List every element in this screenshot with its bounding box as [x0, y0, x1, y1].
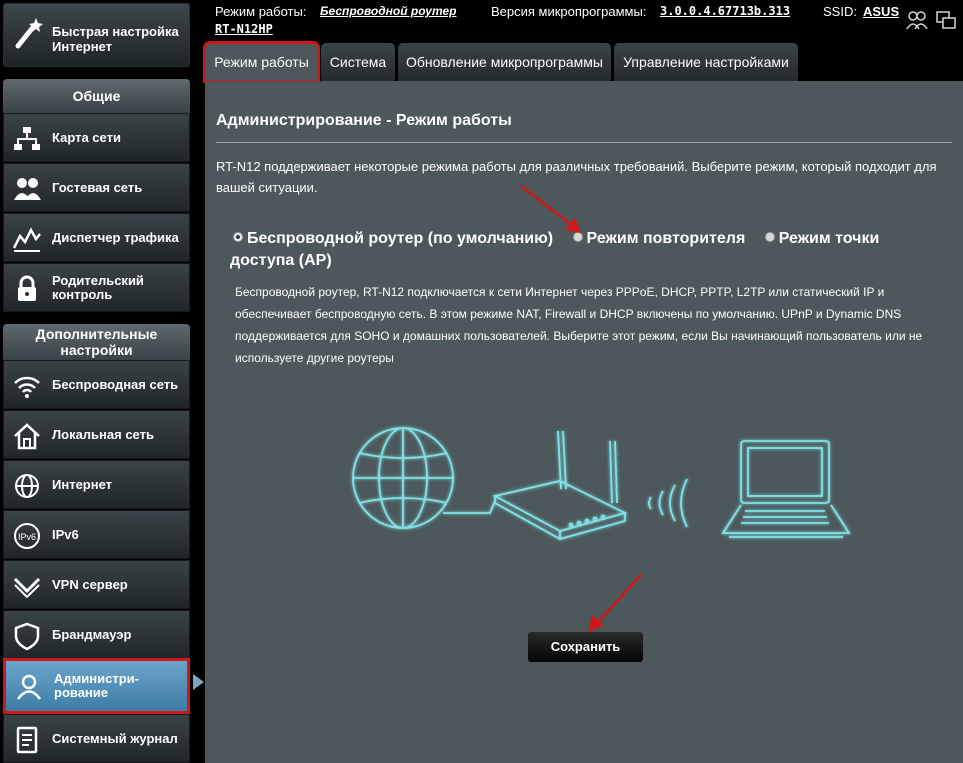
network-map-icon: [14, 127, 40, 150]
router-mode-illustration: [352, 427, 851, 540]
sidebar-item-wireless[interactable]: Беспроводная сеть: [3, 360, 190, 409]
svg-text:IPv6: IPv6: [18, 532, 36, 542]
tab-settings-management[interactable]: Управление настройками: [614, 43, 798, 81]
title-divider: [216, 142, 952, 143]
active-item-pointer: [193, 674, 204, 690]
status-bar: Режим работы: Беспроводной роутер Версия…: [206, 0, 963, 40]
sidebar-item-label: Интернет: [52, 476, 113, 492]
sidebar-item-label: Локальная сеть: [52, 426, 154, 442]
sidebar-item-label: Администри-рование: [54, 671, 139, 700]
sidebar-item-guest-network[interactable]: Гостевая сеть: [3, 163, 190, 212]
vpn-icon: [13, 577, 41, 599]
page-title: Администрирование - Режим работы: [216, 112, 512, 129]
sidebar-item-vpn-server[interactable]: VPN сервер: [3, 560, 190, 609]
save-button[interactable]: Сохранить: [527, 631, 644, 663]
tab-firmware-upgrade[interactable]: Обновление микропрограммы: [398, 43, 611, 81]
sidebar-item-firewall[interactable]: Брандмауэр: [3, 610, 190, 659]
operation-mode-label: Режим работы:: [215, 4, 307, 19]
parental-control-icon: [18, 275, 36, 301]
advanced-section-header: Дополнительные настройки: [3, 324, 190, 360]
operation-mode-link[interactable]: Беспроводной роутер: [320, 4, 456, 18]
globe-icon: [352, 427, 454, 529]
sidebar: Быстрая настройка Интернет Общие Карта с…: [0, 0, 193, 763]
sidebar-item-label: IPv6: [52, 526, 79, 542]
sidebar-item-traffic-manager[interactable]: Диспетчер трафика: [3, 213, 190, 262]
sidebar-item-internet[interactable]: Интернет: [3, 460, 190, 509]
firmware-version-label: Версия микропрограммы:: [491, 4, 647, 19]
sidebar-item-label: VPN сервер: [52, 576, 128, 592]
system-log-icon: [16, 726, 38, 754]
ssid-label: SSID:: [823, 4, 857, 19]
tab-operation-mode[interactable]: Режим работы: [203, 41, 320, 83]
sidebar-item-lan[interactable]: Локальная сеть: [3, 410, 190, 459]
quick-internet-setup-button[interactable]: Быстрая настройка Интернет: [3, 3, 190, 67]
firewall-icon: [14, 622, 40, 651]
mode-label-repeater[interactable]: Режим повторителя: [587, 230, 746, 247]
general-section-header: Общие: [3, 79, 190, 113]
sidebar-item-label: Брандмауэр: [52, 626, 132, 642]
ipv6-icon: IPv6: [14, 523, 40, 549]
mode-label-wireless-router[interactable]: Беспроводной роутер (по умолчанию): [247, 230, 553, 247]
sidebar-item-label: Системный журнал: [52, 730, 178, 746]
traffic-manager-icon: [12, 227, 41, 252]
radio-access-point[interactable]: [764, 232, 775, 243]
annotation-arrow-repeater: [520, 185, 581, 233]
quick-setup-label: Быстрая настройка Интернет: [52, 24, 179, 54]
internet-globe-icon: [15, 474, 39, 498]
wifi-signal-icon: [648, 478, 688, 528]
laptop-icon: [721, 440, 851, 538]
sidebar-item-administration[interactable]: Администри-рование: [3, 658, 190, 714]
firmware-version-link[interactable]: 3.0.0.4.67713b.313: [660, 4, 790, 18]
sidebar-item-ipv6[interactable]: IPv6 IPv6: [3, 510, 190, 559]
guest-network-icon: [14, 178, 41, 200]
sidebar-item-parental-control[interactable]: Родительский контроль: [3, 263, 190, 312]
sidebar-item-label: Диспетчер трафика: [52, 229, 179, 245]
model-name-link[interactable]: RT-N12HP: [215, 22, 273, 36]
intro-text: RT-N12 поддерживает некоторые режима раб…: [216, 159, 937, 195]
sidebar-item-label: Карта сети: [52, 129, 121, 145]
radio-wireless-router[interactable]: [233, 232, 243, 243]
mode-description: Беспроводной роутер, RT-N12 подключается…: [235, 285, 923, 365]
wireless-icon: [14, 376, 40, 398]
magic-wand-icon: [15, 18, 43, 49]
sidebar-item-system-log[interactable]: Системный журнал: [3, 714, 190, 763]
sidebar-item-network-map[interactable]: Карта сети: [3, 113, 190, 162]
sidebar-item-label: Беспроводная сеть: [52, 376, 179, 392]
administration-icon: [16, 674, 42, 700]
devices-icon[interactable]: [936, 10, 956, 30]
users-icon[interactable]: [906, 10, 928, 30]
ssid-link[interactable]: ASUS: [863, 4, 899, 19]
sidebar-item-label: Гостевая сеть: [52, 179, 143, 195]
router-icon: [492, 430, 628, 540]
lan-icon: [14, 423, 40, 450]
sidebar-item-label: Родительский контроль: [52, 272, 144, 302]
annotation-arrow-save: [588, 573, 643, 632]
tab-system[interactable]: Система: [321, 43, 395, 81]
